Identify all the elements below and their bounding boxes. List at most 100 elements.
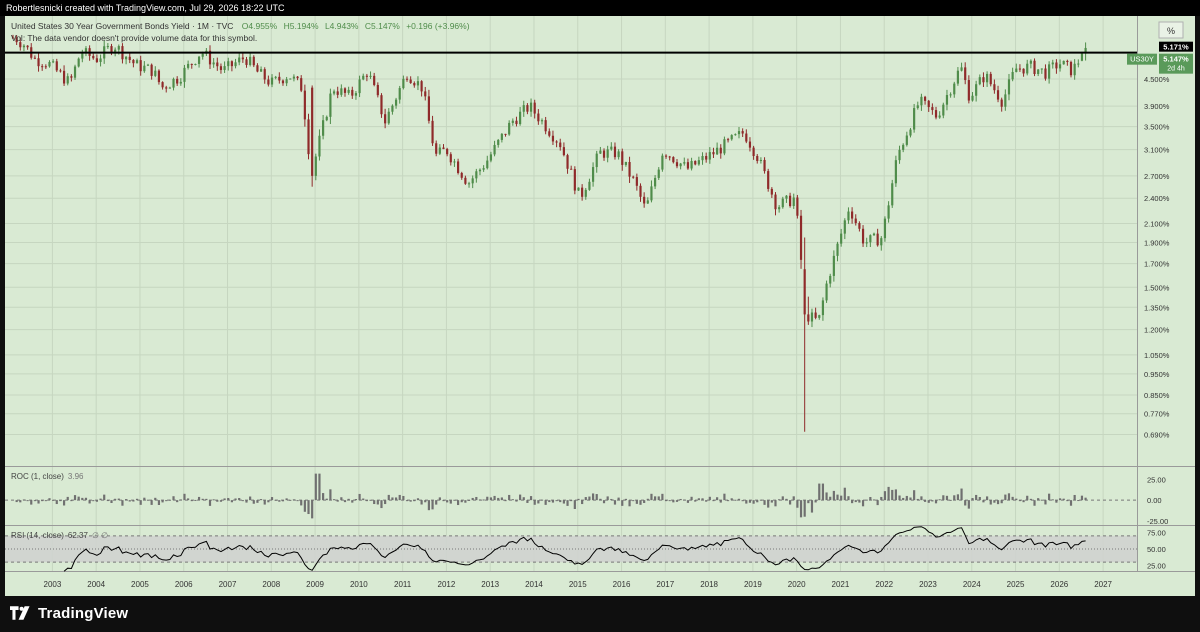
price-tick-label: 0.950%: [1144, 370, 1170, 379]
candle-body: [194, 63, 197, 65]
volume-note: Vol: The data vendor doesn't provide vol…: [11, 33, 257, 43]
roc-bar: [602, 500, 606, 504]
price-tick-label: 1.500%: [1144, 283, 1170, 292]
time-tick-label: 2004: [87, 580, 105, 589]
roc-bar: [22, 499, 26, 501]
roc-bar: [858, 500, 861, 503]
candle-body: [632, 176, 635, 178]
roc-bar: [365, 500, 368, 502]
roc-bar: [796, 500, 799, 508]
candle-body: [683, 162, 686, 164]
time-tick-label: 2011: [394, 580, 412, 589]
candle-body: [351, 89, 354, 96]
roc-bar: [311, 500, 314, 519]
roc-bar: [227, 497, 230, 501]
candle-body: [216, 62, 219, 67]
candle-body: [606, 149, 609, 158]
roc-bar: [358, 493, 361, 501]
candle-body: [135, 60, 139, 64]
price-chart-svg[interactable]: 4.500% 3.900% 3.500% 3.100% 2.700% 2.400% 2.10…: [5, 16, 1195, 596]
candle-body: [190, 63, 193, 65]
candle-body: [774, 194, 777, 210]
roc-bar: [584, 497, 587, 501]
chart-container[interactable]: 4.500% 3.900% 3.500% 3.100% 2.700% 2.400% 2.10…: [5, 16, 1195, 596]
time-tick-label: 2025: [1007, 580, 1025, 589]
candle-body: [654, 177, 657, 187]
roc-bar: [143, 497, 146, 501]
candle-body: [519, 111, 522, 125]
candle-body: [566, 155, 569, 169]
roc-bar: [675, 500, 679, 502]
roc-bar: [537, 500, 540, 504]
roc-bar: [446, 500, 449, 503]
roc-bar: [212, 499, 215, 501]
roc-bar: [322, 493, 325, 501]
roc-bar: [190, 500, 193, 502]
candle-body: [486, 160, 489, 169]
roc-bar: [748, 500, 752, 503]
roc-bar: [657, 496, 660, 501]
roc-bar: [913, 490, 916, 501]
candle-body: [22, 45, 26, 48]
candle-body: [945, 95, 949, 105]
roc-bar: [577, 498, 580, 501]
roc-bar: [953, 495, 956, 501]
candle-body: [259, 69, 263, 72]
roc-bar: [694, 500, 697, 502]
roc-bar: [923, 500, 927, 502]
candle-body: [405, 78, 409, 80]
candle-body: [763, 159, 766, 172]
time-tick-label: 2026: [1050, 580, 1068, 589]
candle-body: [756, 156, 759, 161]
roc-bar: [956, 494, 960, 501]
roc-bar: [799, 500, 803, 518]
roc-bar: [759, 499, 762, 501]
candle-body: [639, 185, 642, 197]
candle-body: [365, 75, 368, 77]
candle-body: [818, 315, 821, 318]
candle-body: [270, 77, 274, 85]
candle-body: [1022, 68, 1025, 74]
roc-pane-bg[interactable]: [5, 467, 1137, 525]
candle-body: [456, 161, 460, 173]
roc-bar: [986, 496, 989, 501]
candle-body: [960, 67, 963, 71]
candle-body: [446, 148, 449, 155]
roc-bar: [902, 497, 905, 501]
roc-bar: [413, 500, 416, 502]
roc-bar: [482, 499, 485, 501]
roc-bar: [135, 498, 139, 501]
attribution-text: Robertlesnicki created with TradingView.…: [6, 3, 285, 13]
price-tick-label: 2.700%: [1144, 172, 1170, 181]
price-tick-label: 1.900%: [1144, 238, 1170, 247]
roc-bar: [259, 499, 263, 501]
candle-body: [858, 223, 861, 229]
roc-bar: [719, 500, 722, 503]
roc-bar: [690, 496, 693, 501]
candle-body: [478, 169, 482, 172]
roc-bar: [686, 500, 690, 503]
roc-bar: [880, 496, 883, 501]
candle-body: [1033, 60, 1036, 74]
candle-body: [1018, 68, 1022, 70]
roc-bar: [570, 500, 573, 502]
roc-bar: [818, 483, 821, 501]
roc-bar: [559, 500, 562, 503]
roc-bar: [562, 500, 565, 504]
main-pane-bg[interactable]: [5, 16, 1137, 466]
time-tick-label: 2023: [919, 580, 937, 589]
roc-bar: [975, 494, 978, 501]
candle-body: [1077, 63, 1080, 65]
roc-value: 3.96: [68, 472, 84, 481]
price-tick-label: 2.100%: [1144, 220, 1170, 229]
roc-bar: [48, 498, 51, 501]
roc-bar: [788, 500, 792, 505]
candle-body: [1000, 99, 1003, 107]
candle-body: [716, 147, 719, 155]
roc-bar: [894, 489, 897, 501]
candle-body: [1011, 71, 1014, 80]
time-tick-label: 2022: [875, 580, 893, 589]
candle-body: [829, 275, 832, 284]
price-axis-bg[interactable]: [1137, 16, 1195, 572]
roc-bar: [398, 494, 401, 501]
